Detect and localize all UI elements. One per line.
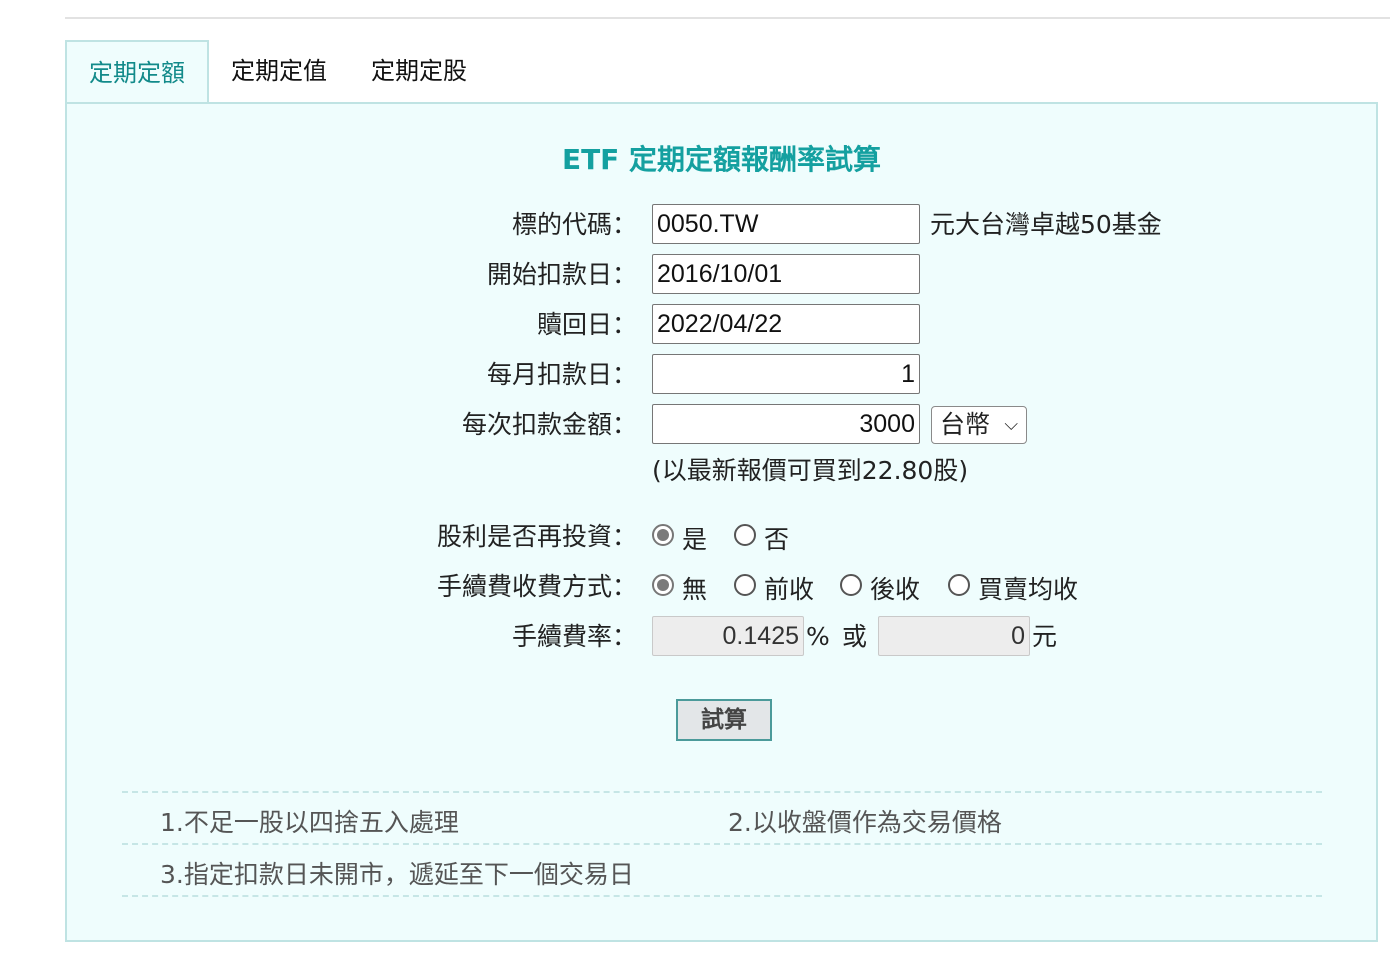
- redeem-date-row: 贖回日： 2022/04/22: [67, 304, 1376, 346]
- percent-unit: %: [806, 622, 830, 651]
- monthly-day-row: 每月扣款日： 1: [67, 354, 1376, 396]
- top-divider: [65, 17, 1390, 19]
- shares-note: (以最新報價可買到22.80股): [652, 456, 969, 485]
- dividend-row: 股利是否再投資： 是 否: [67, 516, 1376, 558]
- notes-row: 1.不足一股以四捨五入處理 2.以收盤價作為交易價格: [122, 791, 1322, 843]
- monthly-day-label: 每月扣款日：: [486, 360, 637, 389]
- yuan-unit: 元: [1032, 622, 1058, 651]
- currency-value: 台幣: [940, 410, 991, 439]
- dividend-label: 股利是否再投資：: [436, 522, 637, 551]
- chevron-down-icon: ⌵: [1004, 414, 1018, 435]
- amount-row: 每次扣款金額： 3000 台幣 ⌵: [67, 404, 1376, 446]
- start-date-label: 開始扣款日：: [486, 260, 637, 289]
- tab-fixed-value[interactable]: 定期定值: [209, 40, 349, 102]
- tab-fixed-amount[interactable]: 定期定額: [65, 40, 209, 104]
- or-text: 或: [842, 622, 868, 651]
- amount-input[interactable]: 3000: [652, 404, 920, 444]
- tab-fixed-shares[interactable]: 定期定股: [349, 40, 489, 102]
- monthly-day-input[interactable]: 1: [652, 354, 920, 394]
- fee-percent-input[interactable]: 0.1425: [652, 616, 804, 656]
- fee-method-label: 手續費收費方式：: [436, 572, 637, 601]
- radio-unchecked-icon: [948, 574, 970, 596]
- page-title: ETF 定期定額報酬率試算: [561, 143, 882, 176]
- symbol-input[interactable]: 0050.TW: [652, 204, 920, 244]
- note-item: 1.不足一股以四捨五入處理: [160, 808, 459, 837]
- start-date-row: 開始扣款日： 2016/10/01: [67, 254, 1376, 296]
- radio-unchecked-icon: [840, 574, 862, 596]
- amount-label: 每次扣款金額：: [461, 410, 637, 439]
- calculate-button[interactable]: 試算: [676, 699, 772, 741]
- currency-select[interactable]: 台幣 ⌵: [931, 406, 1027, 444]
- redeem-date-input[interactable]: 2022/04/22: [652, 304, 920, 344]
- notes-row: 3.指定扣款日未開市，遞延至下一個交易日: [122, 843, 1322, 897]
- fee-method-row: 手續費收費方式： 無 前收 後收 買賣均收: [67, 566, 1376, 608]
- calculator-panel: ETF 定期定額報酬率試算 標的代碼： 0050.TW 元大台灣卓越50基金 開…: [65, 102, 1378, 942]
- note-item: 2.以收盤價作為交易價格: [728, 808, 1002, 837]
- start-date-input[interactable]: 2016/10/01: [652, 254, 920, 294]
- note-item: 3.指定扣款日未開市，遞延至下一個交易日: [160, 860, 634, 889]
- radio-checked-icon: [652, 524, 674, 546]
- redeem-date-label: 贖回日：: [536, 310, 637, 339]
- symbol-label: 標的代碼：: [511, 210, 637, 239]
- radio-unchecked-icon: [734, 524, 756, 546]
- radio-unchecked-icon: [734, 574, 756, 596]
- fee-rate-row: 手續費率： 0.1425 % 或 0 元: [67, 616, 1376, 658]
- symbol-row: 標的代碼： 0050.TW 元大台灣卓越50基金: [67, 204, 1376, 246]
- fee-rate-label: 手續費率：: [511, 622, 637, 651]
- fee-fixed-input[interactable]: 0: [878, 616, 1030, 656]
- fund-name: 元大台灣卓越50基金: [930, 210, 1162, 239]
- notes-list: 1.不足一股以四捨五入處理 2.以收盤價作為交易價格 3.指定扣款日未開市，遞延…: [122, 791, 1322, 897]
- radio-checked-icon: [652, 574, 674, 596]
